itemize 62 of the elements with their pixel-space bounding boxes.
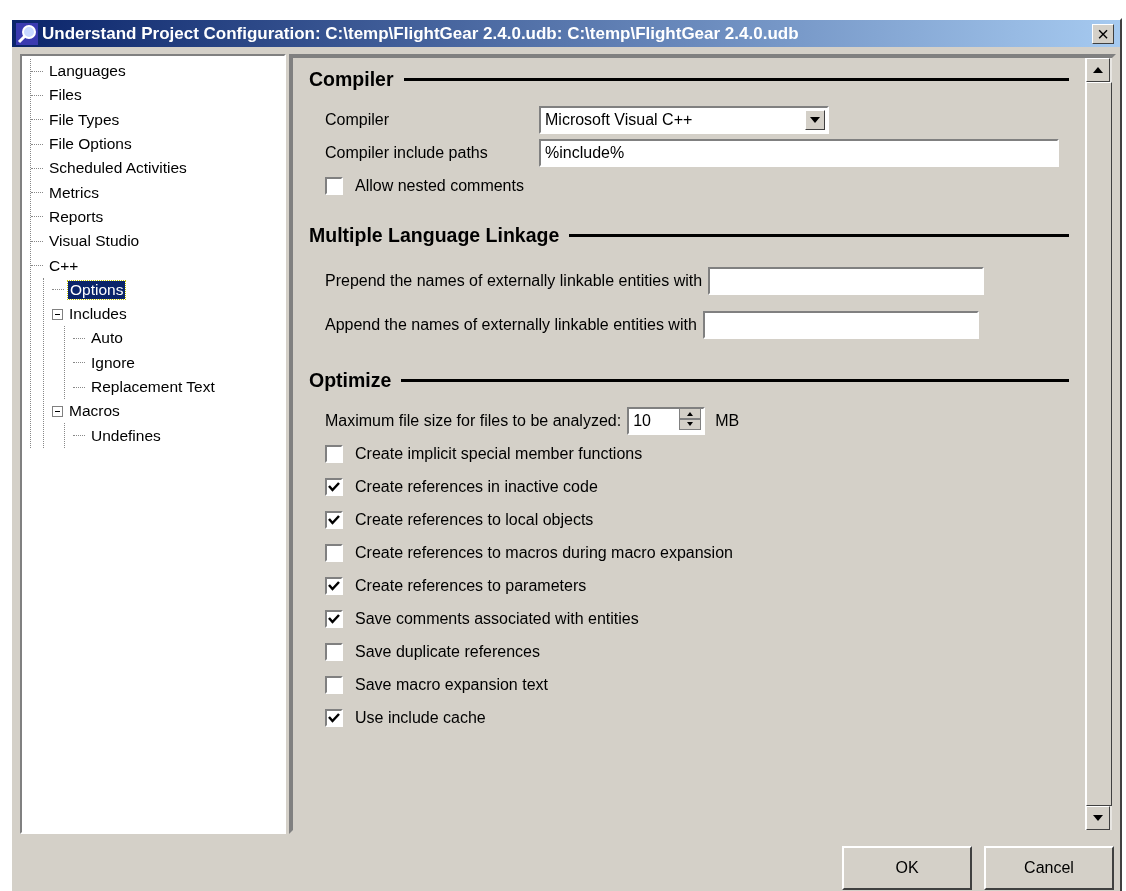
checkbox-label: Save macro expansion text [355,675,548,694]
checkbox-label: Create references in inactive code [355,477,598,496]
dropdown-arrow-icon [810,116,820,123]
tree-item[interactable]: File Types [47,110,122,129]
spinner-arrows-icon [679,407,702,430]
unit-label: MB [715,411,740,430]
field-label: Maximum file size for files to be analyzed: [325,411,622,430]
field-label: Append the names of externally linkable entities with [325,316,697,334]
tree-item[interactable]: Macros [67,402,122,421]
tree-item[interactable]: Metrics [47,183,101,202]
compiler-dropdown[interactable]: Microsoft Visual C++ [539,105,829,134]
window-title: Understand Project Configuration: C:\temp\FlightGear 2.4.0.udb: C:\temp\FlightGear 2.4.0.udb [42,23,800,44]
input-field[interactable] [702,311,979,339]
tree-item[interactable]: Undefines [89,426,163,445]
tree-item[interactable]: Files [47,86,84,105]
tree-item[interactable]: Reports [47,207,106,226]
tree-item[interactable]: Replacement Text [89,378,217,396]
checkbox[interactable] [325,444,343,463]
checkbox-label: Create references to local objects [355,510,594,529]
checkbox[interactable] [325,642,343,661]
close-button[interactable]: × [1092,23,1114,44]
scrollbar[interactable] [1085,58,1112,830]
checkbox[interactable] [325,576,343,595]
input-field[interactable] [708,267,985,295]
checkbox-label: Save duplicate references [355,642,540,661]
tree-item[interactable]: Scheduled Activities [47,159,189,178]
checkbox-label: Allow nested comments [355,176,524,195]
checkbox[interactable] [325,176,343,195]
checkbox[interactable] [325,477,343,496]
tree-item[interactable]: Visual Studio [47,232,142,251]
tree-item[interactable]: Includes [67,305,129,324]
checkbox[interactable] [325,510,343,529]
spinner-field[interactable]: 10 [627,406,706,435]
checkbox-label: Use include cache [355,708,486,727]
field-label: Prepend the names of externally linkable entities with [325,272,703,290]
checkbox-label: Save comments associated with entities [355,609,639,628]
tree-item[interactable]: File Options [47,135,134,154]
section-heading: Compiler [309,68,394,91]
tree-item[interactable]: Languages [47,62,128,81]
checkbox[interactable] [325,609,343,628]
collapse-icon[interactable] [52,405,63,417]
tree-item[interactable]: C++ [47,256,81,275]
checkbox-label: Create implicit special member functions [355,444,643,463]
scroll-down-icon[interactable] [1093,815,1103,821]
scroll-up-icon[interactable] [1093,67,1103,73]
checkbox-label: Create references to parameters [355,576,587,595]
section-heading: Multiple Language Linkage [309,224,560,247]
magnifier-icon [16,22,38,45]
field-label: Compiler [325,110,390,129]
input-field[interactable]: %include% [539,138,1059,167]
tree-item[interactable]: Options [68,280,126,299]
field-label: Compiler include paths [325,143,489,162]
checkbox[interactable] [325,675,343,694]
cancel-button[interactable]: Cancel [984,846,1114,890]
tree-item[interactable]: Auto [89,329,125,348]
checkbox[interactable] [325,708,343,727]
checkbox[interactable] [325,543,343,562]
collapse-icon[interactable] [52,308,63,320]
checkbox-label: Create references to macros during macro expansion [355,543,733,562]
tree-item[interactable]: Ignore [89,353,137,372]
section-heading: Optimize [309,369,392,392]
ok-button[interactable]: OK [842,846,972,890]
